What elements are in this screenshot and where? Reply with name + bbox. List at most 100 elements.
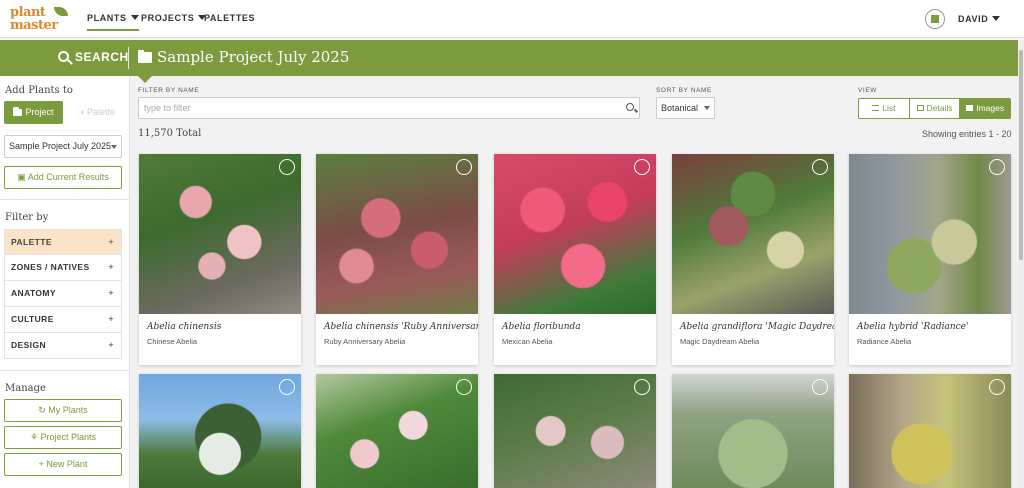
folder-add-icon: ▣: [17, 172, 28, 182]
sort-label: SORT BY NAME: [656, 87, 712, 94]
leaf-icon: [54, 7, 68, 16]
view-label: VIEW: [858, 87, 878, 94]
plant-card[interactable]: [139, 374, 301, 488]
plant-photo[interactable]: [316, 154, 478, 314]
select-circle-icon[interactable]: [812, 379, 828, 395]
page-scrollbar[interactable]: [1018, 40, 1024, 488]
common-name: Ruby Anniversary Abelia: [324, 337, 406, 346]
select-circle-icon[interactable]: [634, 379, 650, 395]
select-circle-icon[interactable]: [989, 159, 1005, 175]
folder-open-icon: [138, 50, 152, 63]
plant-photo[interactable]: [494, 374, 656, 488]
entries-status: Showing entries 1 - 20: [922, 129, 1012, 139]
filter-input[interactable]: [138, 97, 640, 119]
filter-label: FILTER BY NAME: [138, 87, 200, 94]
divider: [0, 370, 130, 371]
plant-card[interactable]: Abelia grandiflora 'Magic Daydream' Magi…: [672, 154, 834, 365]
filter-anatomy[interactable]: ANATOMY +: [4, 281, 122, 307]
plus-icon: +: [108, 288, 114, 298]
folder-icon: [13, 107, 23, 116]
nav-palettes[interactable]: PALETTES: [204, 13, 255, 23]
header-notch: [138, 76, 152, 83]
plant-card[interactable]: [494, 374, 656, 488]
plant-card[interactable]: Abelia hybrid 'Radiance' Radiance Abelia: [849, 154, 1011, 365]
botanical-name: Abelia grandiflora 'Magic Daydream': [680, 322, 834, 332]
list-icon: [872, 105, 880, 111]
common-name: Chinese Abelia: [147, 337, 198, 346]
select-circle-icon[interactable]: [456, 379, 472, 395]
select-circle-icon[interactable]: [279, 379, 295, 395]
plus-icon: +: [108, 314, 114, 324]
botanical-name: Abelia chinensis 'Ruby Anniversary': [324, 322, 478, 332]
select-circle-icon[interactable]: [812, 159, 828, 175]
select-circle-icon[interactable]: [634, 159, 650, 175]
plant-card[interactable]: Abelia chinensis 'Ruby Anniversary' Ruby…: [316, 154, 478, 365]
sort-select[interactable]: Botanical: [656, 97, 715, 119]
plant-card[interactable]: [316, 374, 478, 488]
palette-icon: ◑: [79, 107, 87, 117]
plant-photo[interactable]: [849, 154, 1011, 314]
manage-heading: Manage: [5, 383, 46, 394]
plant-photo[interactable]: [316, 374, 478, 488]
project-plants-button[interactable]: ⚘ Project Plants: [4, 426, 122, 449]
sidebar: Add Plants to Project ◑ Palette Sample P…: [0, 76, 130, 488]
plus-icon: +: [108, 262, 114, 272]
divider: [0, 199, 130, 200]
select-circle-icon[interactable]: [456, 159, 472, 175]
add-to-palette-button[interactable]: ◑ Palette: [68, 101, 126, 124]
plus-icon: +: [108, 340, 114, 350]
scrollbar-thumb[interactable]: [1019, 50, 1023, 260]
nav-projects[interactable]: PROJECTS: [141, 13, 207, 23]
plant-photo[interactable]: [139, 374, 301, 488]
chevron-down-icon: [130, 15, 139, 20]
search-icon[interactable]: [626, 103, 634, 111]
filter-culture[interactable]: CULTURE +: [4, 307, 122, 333]
plant-card[interactable]: Abelia floribunda Mexican Abelia: [494, 154, 656, 365]
filter-design[interactable]: DESIGN +: [4, 333, 122, 359]
select-circle-icon[interactable]: [989, 379, 1005, 395]
common-name: Magic Daydream Abelia: [680, 337, 760, 346]
view-images-button[interactable]: Images: [960, 99, 1011, 118]
botanical-name: Abelia chinensis: [147, 322, 222, 332]
plant-card[interactable]: [672, 374, 834, 488]
common-name: Mexican Abelia: [502, 337, 553, 346]
avatar[interactable]: [925, 9, 945, 29]
user-menu[interactable]: DAVID: [958, 14, 1001, 24]
common-name: Radiance Abelia: [857, 337, 912, 346]
my-plants-button[interactable]: ↻ My Plants: [4, 399, 122, 422]
add-plants-heading: Add Plants to: [5, 85, 73, 96]
plant-photo[interactable]: [849, 374, 1011, 488]
plant-card[interactable]: Abelia chinensis Chinese Abelia: [139, 154, 301, 365]
plantmaster-logo[interactable]: plant master: [10, 5, 70, 33]
new-plant-button[interactable]: + New Plant: [4, 453, 122, 476]
select-circle-icon[interactable]: [279, 159, 295, 175]
details-icon: [916, 105, 924, 111]
plus-icon: +: [108, 237, 114, 247]
chevron-down-icon: [704, 106, 710, 110]
plant-photo[interactable]: [672, 154, 834, 314]
chevron-down-icon: [992, 16, 1001, 21]
filter-heading: Filter by: [5, 212, 49, 223]
search-button[interactable]: SEARCH: [58, 50, 129, 64]
top-nav: plant master PLANTS PROJECTS PALETTES DA…: [0, 0, 1024, 38]
nav-plants[interactable]: PLANTS: [87, 13, 139, 31]
plant-photo[interactable]: [494, 154, 656, 314]
filter-palette[interactable]: PALETTE +: [4, 229, 122, 255]
botanical-name: Abelia floribunda: [502, 322, 581, 332]
view-details-button[interactable]: Details: [910, 99, 961, 118]
seedling-icon: ⚘: [29, 432, 41, 442]
plant-photo[interactable]: [672, 374, 834, 488]
add-to-project-button[interactable]: Project: [4, 101, 63, 124]
logo-line2: master: [10, 18, 58, 33]
view-toggle: List Details Images: [858, 98, 1011, 119]
view-list-button[interactable]: List: [859, 99, 910, 118]
chevron-down-icon: [111, 145, 117, 149]
filter-zones-natives[interactable]: ZONES / NATIVES +: [4, 255, 122, 281]
project-select[interactable]: Sample Project July 2025: [4, 135, 122, 158]
search-icon: [58, 51, 69, 62]
refresh-icon: ↻: [38, 405, 49, 415]
grid-icon: [966, 105, 974, 111]
add-current-results-button[interactable]: ▣ Add Current Results: [4, 166, 122, 189]
plant-photo[interactable]: [139, 154, 301, 314]
plant-card[interactable]: [849, 374, 1011, 488]
